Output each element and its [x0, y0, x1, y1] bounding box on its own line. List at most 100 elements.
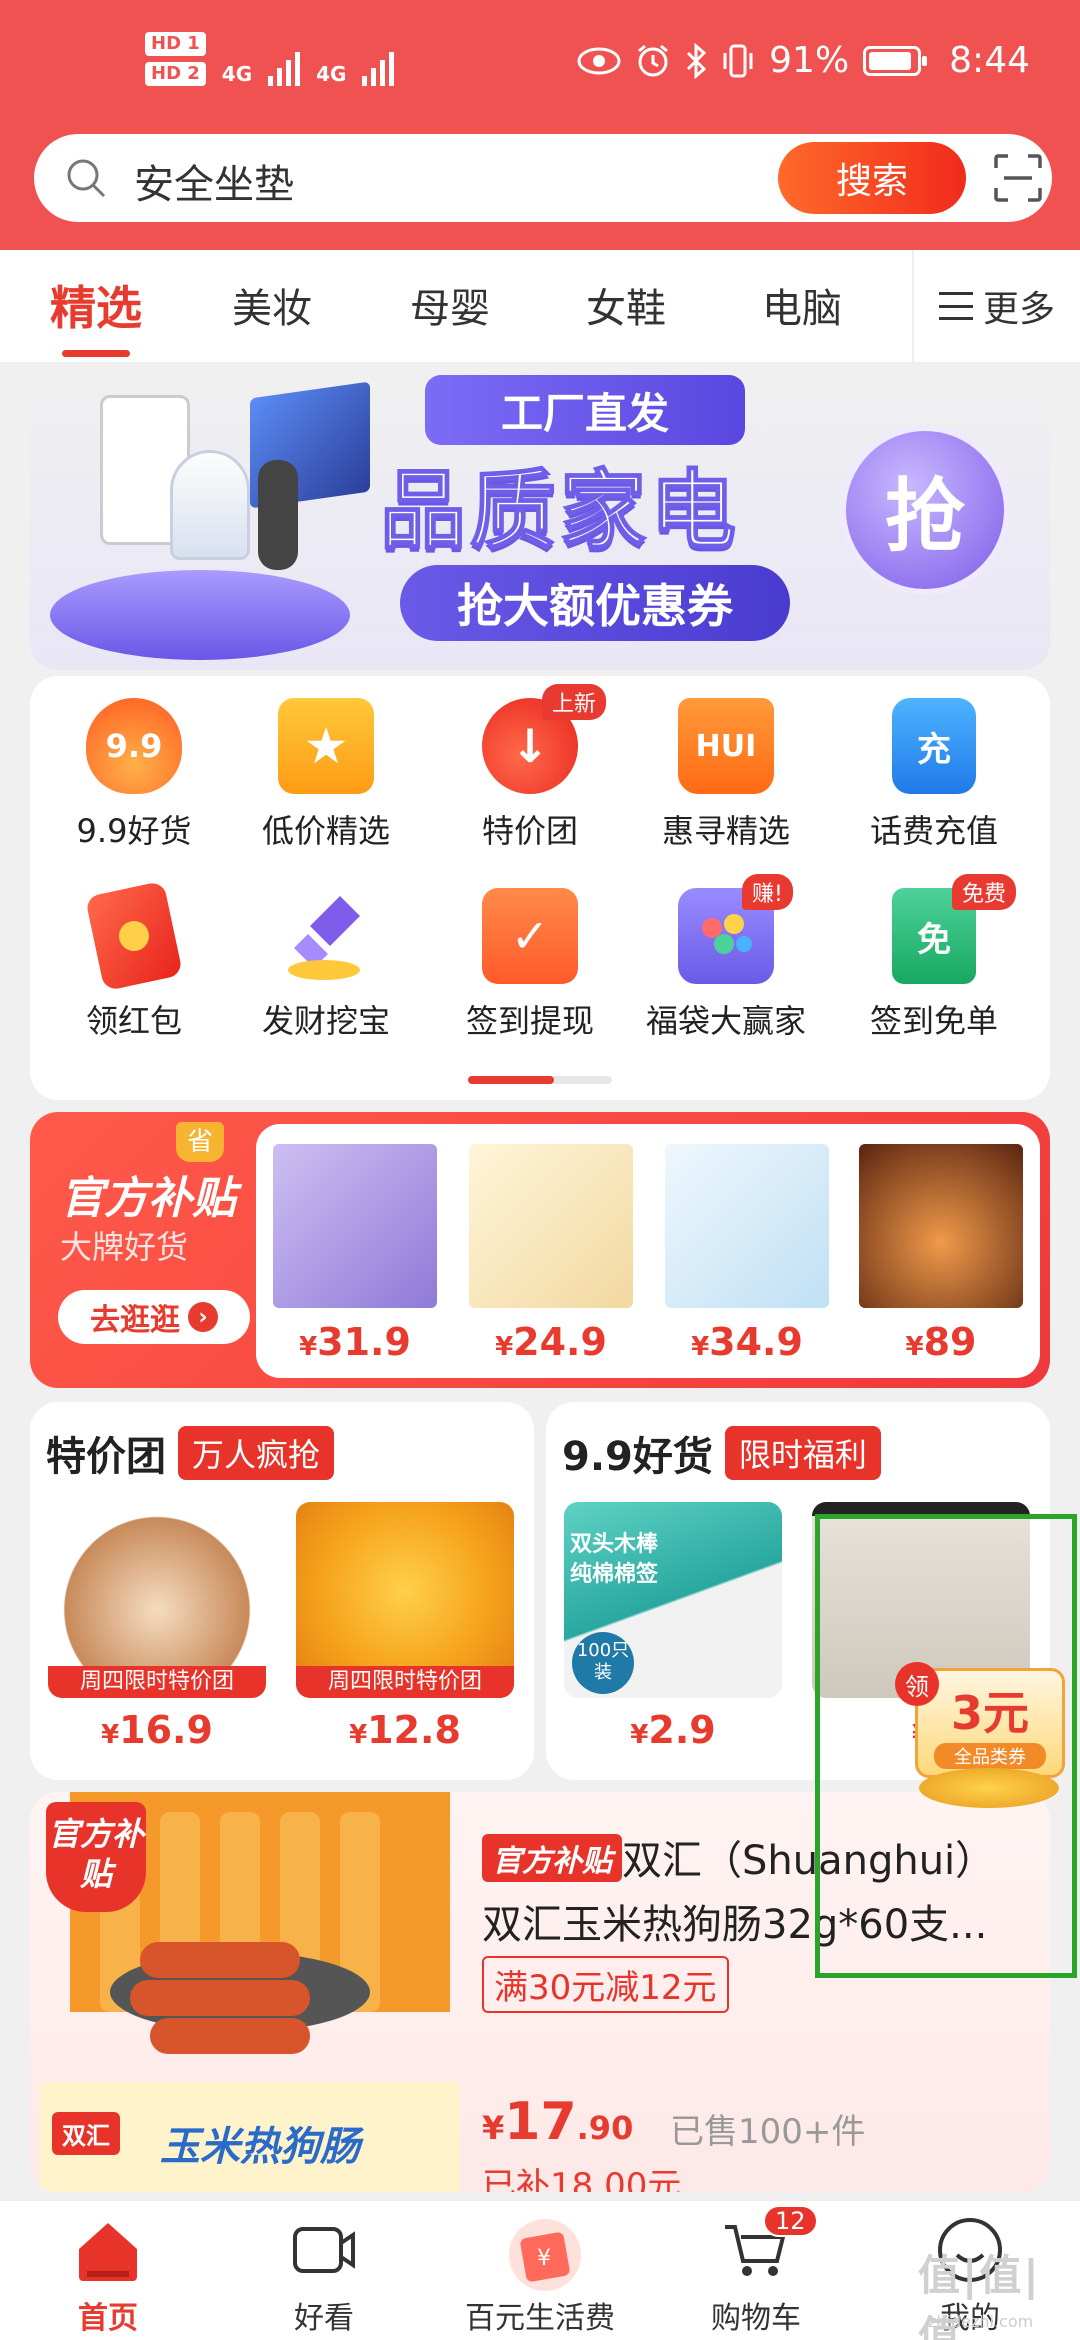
- battery-percent: 91%: [769, 40, 850, 81]
- grid-item-dig-treasure[interactable]: 发财挖宝: [226, 888, 426, 1042]
- deal-item[interactable]: 周四限时特价团 ¥12.8: [296, 1502, 514, 1752]
- deal-price: ¥16.9: [101, 1708, 213, 1752]
- more-categories-button[interactable]: 更多: [912, 250, 1080, 362]
- deal-header: 特价团 万人疯抢: [46, 1424, 335, 1482]
- tab-womens-shoes[interactable]: 女鞋: [586, 276, 666, 334]
- grid-label: 惠寻精选: [661, 812, 790, 850]
- hui-bag-icon: HUI: [678, 698, 774, 794]
- free-badge: 免费: [952, 874, 1017, 910]
- category-tabs: 精选 美妆 母婴 女鞋 电脑 更多: [0, 250, 1080, 362]
- grid-item-free-order[interactable]: 免 免费 签到免单: [834, 874, 1034, 1042]
- sold-count: 已售100+件: [670, 2112, 866, 2152]
- grid-label: 话费充值: [869, 812, 998, 850]
- product-image: [273, 1144, 437, 1308]
- grid-item-99[interactable]: 9.9 9.9好货: [34, 698, 234, 852]
- grid-label: 签到免单: [869, 1002, 998, 1040]
- nav-cart[interactable]: 12 购物车: [656, 2205, 856, 2337]
- banner-subline: 抢大额优惠券: [400, 565, 790, 641]
- deal-item[interactable]: 双头木棒 纯棉棉签 100只装 ¥2.9: [564, 1502, 782, 1752]
- product-image: [665, 1144, 829, 1308]
- product-image: [859, 1144, 1023, 1308]
- header: HD 1 HD 2 4G 4G 91% 8:44 安全坐垫 搜索: [0, 0, 1080, 250]
- banner-tag: 工厂直发: [425, 375, 745, 445]
- deal-strip: 周四限时特价团: [296, 1666, 514, 1698]
- home-icon: [73, 2215, 143, 2285]
- bluetooth-icon: [687, 42, 707, 79]
- grid-item-checkin-cash[interactable]: ✓ 签到提现: [430, 888, 630, 1042]
- nav-home[interactable]: 首页: [8, 2215, 208, 2337]
- save-badge: 省: [176, 1122, 224, 1162]
- subsidy-subtitle: 大牌好货: [60, 1228, 189, 1266]
- group-deal-card[interactable]: 特价团 万人疯抢 周四限时特价团 ¥16.9 周四限时特价团 ¥12.8: [30, 1402, 534, 1780]
- search-icon: [67, 159, 106, 198]
- cotton-swab-text: 双头木棒 纯棉棉签: [570, 1532, 659, 1587]
- vibrate-icon: [723, 44, 753, 77]
- deal-title: 特价团: [46, 1434, 166, 1480]
- grid-label: 特价团: [481, 812, 578, 850]
- cart-count-badge: 12: [763, 2205, 818, 2237]
- grid-item-hui[interactable]: HUI 惠寻精选: [626, 698, 826, 852]
- product-price: ¥24.9: [495, 1320, 607, 1364]
- grid-label: 福袋大赢家: [645, 1002, 806, 1040]
- browse-button[interactable]: 去逛逛 ›: [58, 1290, 250, 1344]
- cotton-swab-image: 双头木棒 纯棉棉签 100只装: [564, 1502, 782, 1698]
- grid-item-red-envelope[interactable]: 领红包: [34, 880, 234, 1042]
- nav-label: 好看: [294, 2301, 354, 2336]
- grid-label: 低价精选: [261, 812, 390, 850]
- search-input[interactable]: 安全坐垫: [134, 152, 294, 210]
- search-button[interactable]: 搜索: [778, 142, 966, 214]
- star-bag-icon: ★: [278, 698, 374, 794]
- deal-pill: 限时福利: [724, 1426, 881, 1480]
- grid-label: 签到提现: [465, 1002, 594, 1040]
- status-bar: HD 1 HD 2 4G 4G 91% 8:44: [0, 0, 1080, 130]
- deal-pill: 万人疯抢: [178, 1426, 335, 1480]
- subsidized-amount: 已补18.00元: [482, 2166, 682, 2192]
- sim-indicators: HD 1 HD 2: [145, 32, 206, 86]
- signal-group: HD 1 HD 2 4G 4G: [145, 32, 395, 86]
- tab-beauty[interactable]: 美妆: [232, 276, 312, 334]
- subsidy-product[interactable]: ¥31.9: [270, 1144, 440, 1364]
- subsidy-product[interactable]: ¥24.9: [466, 1144, 636, 1364]
- nav-label: 首页: [78, 2301, 138, 2336]
- red-envelope-icon: [84, 880, 184, 992]
- deal-price: ¥12.8: [349, 1708, 461, 1752]
- eye-icon: [577, 47, 621, 74]
- orange-image: 周四限时特价团: [296, 1502, 514, 1698]
- deal-header: 9.9好货 限时福利: [562, 1424, 881, 1482]
- clock: 8:44: [949, 40, 1030, 81]
- new-badge: 上新: [542, 684, 607, 720]
- grid-item-group-deal[interactable]: ↓ 上新 特价团: [430, 684, 630, 852]
- deal-price: ¥2.9: [630, 1708, 716, 1752]
- package-name: 玉米热狗肠: [160, 2124, 360, 2170]
- cart-icon: 12: [721, 2205, 818, 2285]
- appliance-banner[interactable]: 工厂直发 品质家电 抢大额优惠券 抢: [30, 370, 1050, 670]
- subsidy-title: 官方补贴: [60, 1173, 236, 1224]
- product-price: ¥17.90: [482, 2092, 634, 2152]
- nav-label: 购物车: [711, 2301, 801, 2336]
- tab-computers[interactable]: 电脑: [762, 276, 842, 334]
- scan-icon[interactable]: [992, 152, 1044, 204]
- count-badge: 100只装: [572, 1632, 634, 1694]
- battery-icon: [863, 45, 928, 76]
- signal2-icon: [362, 46, 395, 86]
- browse-label: 去逛逛: [90, 1303, 180, 1338]
- tab-featured[interactable]: 精选: [50, 272, 142, 338]
- grid-item-recharge[interactable]: 充 话费充值: [834, 698, 1034, 852]
- tab-baby[interactable]: 母婴: [410, 276, 490, 334]
- grid-label: 9.9好货: [76, 812, 192, 850]
- subsidy-product[interactable]: ¥89: [856, 1144, 1026, 1364]
- search-bar[interactable]: 安全坐垫 搜索: [34, 134, 1052, 222]
- nav-watch[interactable]: 好看: [224, 2215, 424, 2337]
- subsidy-product[interactable]: ¥34.9: [662, 1144, 832, 1364]
- network1-label: 4G: [221, 62, 253, 86]
- official-subsidy-section[interactable]: 官方补贴 大牌好货 去逛逛 › ¥31.9 ¥24.9 ¥34.9 ¥89 省: [30, 1112, 1050, 1388]
- grid-item-lucky-bag[interactable]: 赚! 福袋大赢家: [626, 874, 826, 1042]
- grab-button[interactable]: 抢: [840, 425, 1010, 595]
- svg-text:¥: ¥: [537, 2246, 551, 2271]
- grid-item-low-price[interactable]: ★ 低价精选: [226, 698, 426, 852]
- nav-living-allowance[interactable]: ¥ 百元生活费: [440, 2215, 640, 2337]
- signal1-icon: [268, 46, 301, 86]
- alarm-icon: [638, 44, 669, 76]
- deal-strip: 周四限时特价团: [48, 1666, 266, 1698]
- deal-item[interactable]: 周四限时特价团 ¥16.9: [48, 1502, 266, 1752]
